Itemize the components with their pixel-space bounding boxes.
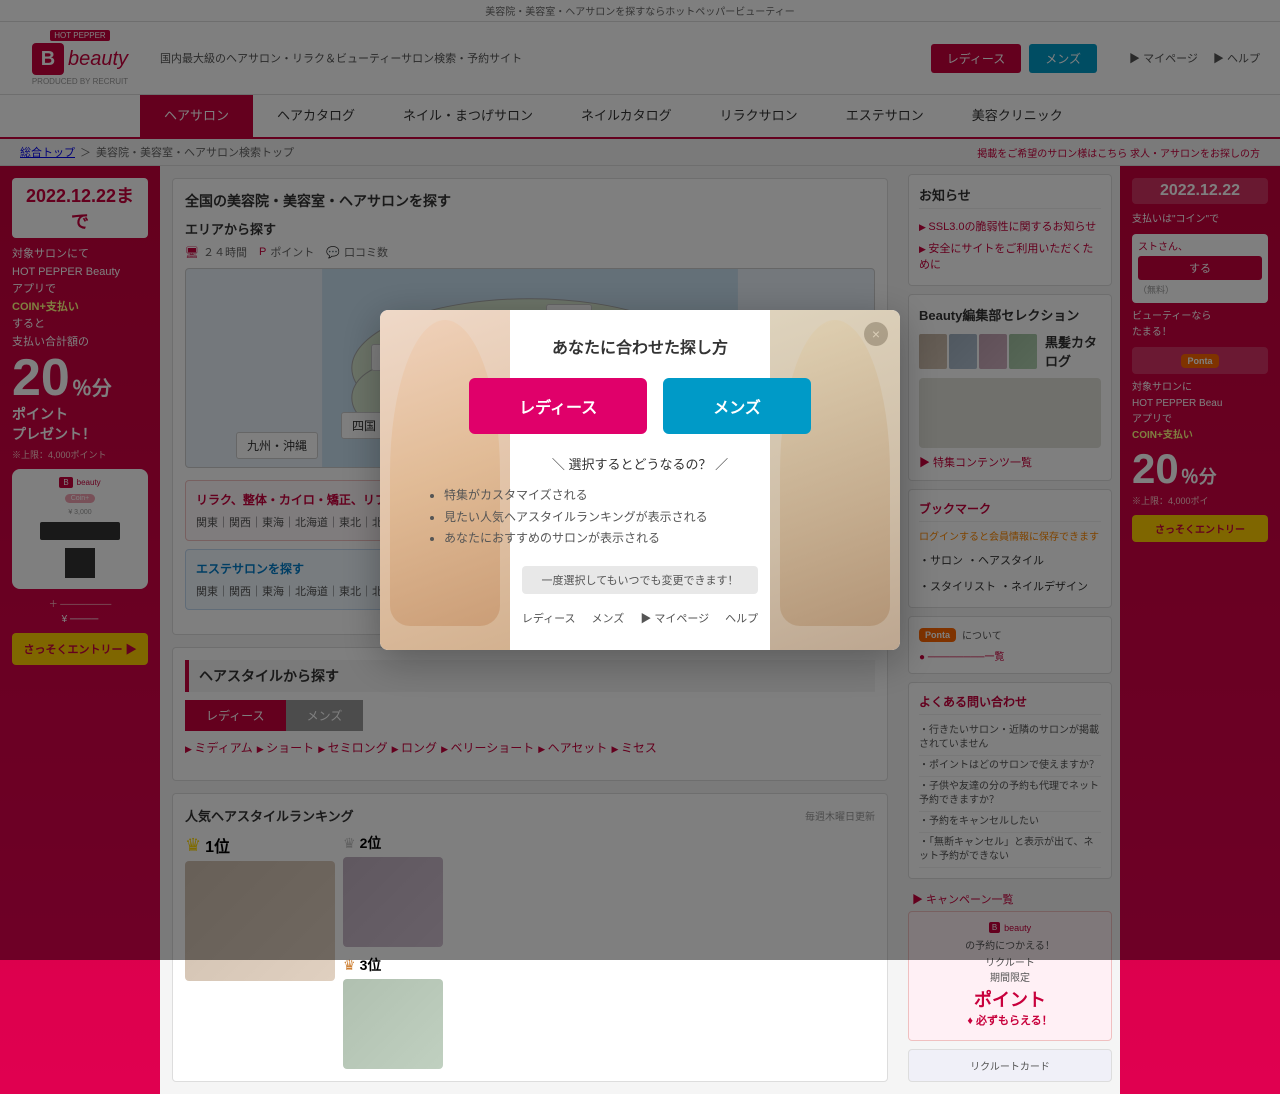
modal-explain-title: 選択するとどうなるの？ — [424, 454, 856, 473]
modal-footer-ladies-link[interactable]: レディース — [522, 610, 576, 626]
modal-explain-item-1: 特集がカスタマイズされる — [444, 485, 856, 507]
modal-button-row: レディース メンズ — [424, 378, 856, 434]
modal-explain-list: 特集がカスタマイズされる 見たい人気ヘアスタイルランキングが表示される あなたに… — [424, 485, 856, 550]
modal-ladies-button[interactable]: レディース — [469, 378, 647, 434]
modal-explain-item-2: 見たい人気ヘアスタイルランキングが表示される — [444, 507, 856, 529]
modal-explain-item-3: あなたにおすすめのサロンが表示される — [444, 528, 856, 550]
recruit-banner-big: ポイント — [919, 986, 1101, 1012]
modal-footer-mypage-link[interactable]: ▶ マイページ — [640, 610, 709, 626]
recruit-card-section: リクルートカード — [908, 1049, 1112, 1082]
rank3-container: ♛ 3位 — [343, 955, 443, 1069]
rank3-photo[interactable] — [343, 979, 443, 1069]
modal-once-text: 一度選択してもいつでも変更できます！ — [522, 566, 759, 594]
modal-title: あなたに合わせた探し方 — [424, 334, 856, 358]
modal-overlay[interactable]: × あなたに合わせた探し方 レディース メンズ 選択するとどうなるの？ 特集がカ… — [0, 0, 1280, 960]
recruit-banner-must: ♦ 必ずもらえる！ — [919, 1012, 1101, 1028]
gender-selection-modal: × あなたに合わせた探し方 レディース メンズ 選択するとどうなるの？ 特集がカ… — [380, 310, 900, 650]
modal-footer-help-link[interactable]: ヘルプ — [725, 610, 758, 626]
modal-footer-mens-link[interactable]: メンズ — [592, 610, 625, 626]
modal-mens-button[interactable]: メンズ — [663, 378, 811, 434]
recruit-card-label: リクルートカード — [917, 1058, 1103, 1073]
modal-footer-links: レディース メンズ ▶ マイページ ヘルプ — [424, 610, 856, 626]
